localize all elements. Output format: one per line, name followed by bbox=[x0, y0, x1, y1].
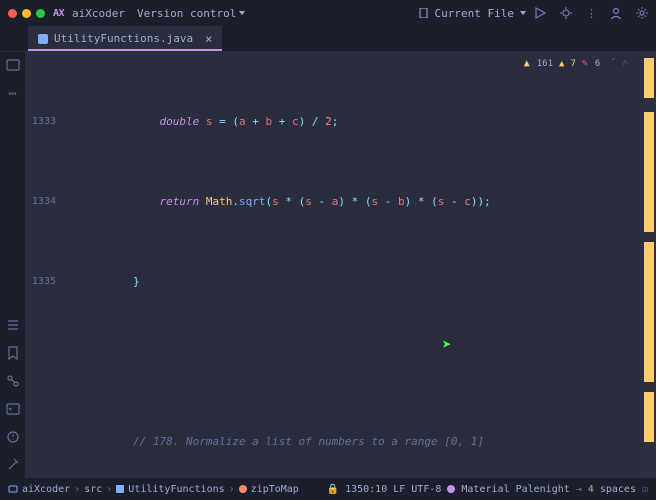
close-window-button[interactable] bbox=[8, 9, 17, 18]
line-separator[interactable]: LF bbox=[393, 484, 405, 495]
minimize-window-button[interactable] bbox=[22, 9, 31, 18]
cursor-position[interactable]: 1350:10 bbox=[345, 484, 387, 495]
window-controls bbox=[8, 9, 45, 18]
method-icon bbox=[239, 485, 247, 493]
breadcrumb[interactable]: aiXcoder › src › UtilityFunctions › zipT… bbox=[8, 484, 299, 495]
lock-icon[interactable]: 🔒 bbox=[327, 484, 339, 495]
app-name: aiXcoder bbox=[72, 7, 125, 20]
close-tab-icon[interactable]: × bbox=[205, 32, 212, 46]
error-stripe[interactable] bbox=[642, 52, 656, 478]
tool-window-bar: ⋯ bbox=[0, 52, 26, 478]
theme-color-icon bbox=[447, 485, 455, 493]
warning-icon: ▲ bbox=[524, 54, 530, 74]
git-tool-icon[interactable] bbox=[6, 374, 20, 388]
error-count: 161 bbox=[537, 54, 553, 74]
line-number: 1333 bbox=[26, 112, 66, 132]
debug-icon[interactable] bbox=[560, 7, 572, 19]
warning-count: 7 bbox=[570, 54, 575, 74]
indent-icon: ⇥ bbox=[576, 484, 582, 495]
zoom-window-button[interactable] bbox=[36, 9, 45, 18]
breadcrumb-class: UtilityFunctions bbox=[128, 484, 224, 495]
code-line[interactable]: // 178. Normalize a list of numbers to a… bbox=[80, 432, 642, 452]
code-line[interactable]: double s = (a + b + c) / 2; bbox=[80, 112, 642, 132]
status-bar: aiXcoder › src › UtilityFunctions › zipT… bbox=[0, 478, 656, 500]
indent-config[interactable]: 4 spaces bbox=[588, 484, 636, 495]
problems-tool-icon[interactable] bbox=[6, 430, 20, 444]
scope-label: Current File bbox=[435, 7, 514, 20]
code-area[interactable]: 1333 double s = (a + b + c) / 2; 1334 re… bbox=[26, 52, 642, 478]
class-icon bbox=[116, 485, 124, 493]
code-line[interactable]: return Math.sqrt(s * (s - a) * (s - b) *… bbox=[80, 192, 642, 212]
encoding[interactable]: UTF-8 bbox=[411, 484, 441, 495]
structure-tool-icon[interactable] bbox=[6, 318, 20, 332]
avatar-icon[interactable] bbox=[610, 7, 622, 19]
tab-label: UtilityFunctions.java bbox=[54, 32, 193, 45]
breadcrumb-project: aiXcoder bbox=[22, 484, 70, 495]
read-only-icon[interactable]: ☑ bbox=[642, 484, 648, 495]
code-line[interactable]: } bbox=[80, 272, 642, 292]
settings-gear-icon[interactable] bbox=[636, 7, 648, 19]
more-actions-icon[interactable]: ⋮ bbox=[586, 7, 596, 20]
file-icon bbox=[419, 8, 429, 18]
typo-icon: ✎ bbox=[582, 54, 588, 74]
run-scope-selector[interactable]: Current File bbox=[419, 7, 526, 20]
app-logo-icon: AX bbox=[53, 8, 64, 19]
project-icon bbox=[8, 484, 18, 494]
title-bar: AX aiXcoder Version control Current File… bbox=[0, 0, 656, 26]
line-number: 1334 bbox=[26, 192, 66, 212]
java-file-icon bbox=[38, 34, 48, 44]
code-editor[interactable]: ▲ 161 ▲ 7 ✎ 6 ˇ ˄ 1333 double s = (a + b… bbox=[26, 52, 656, 478]
editor-tabs: UtilityFunctions.java × bbox=[0, 26, 656, 52]
version-control-label: Version control bbox=[137, 7, 236, 20]
chevron-down-icon bbox=[239, 11, 245, 15]
version-control-menu[interactable]: Version control bbox=[137, 7, 245, 20]
more-icon[interactable]: ⋯ bbox=[8, 86, 16, 102]
inspection-status[interactable]: ▲ 161 ▲ 7 ✎ 6 ˇ ˄ bbox=[524, 54, 628, 74]
navigate-icons[interactable]: ˇ ˄ bbox=[610, 54, 628, 74]
tab-utility-functions[interactable]: UtilityFunctions.java × bbox=[28, 26, 222, 51]
bookmarks-tool-icon[interactable] bbox=[6, 346, 20, 360]
chevron-down-icon bbox=[520, 11, 526, 15]
breadcrumb-src: src bbox=[84, 484, 102, 495]
project-tool-icon[interactable] bbox=[6, 58, 20, 72]
run-icon[interactable] bbox=[534, 7, 546, 19]
line-number: 1335 bbox=[26, 272, 66, 292]
warning-count-icon: ▲ bbox=[559, 54, 564, 74]
theme-name[interactable]: Material Palenight bbox=[461, 484, 569, 495]
terminal-tool-icon[interactable] bbox=[6, 402, 20, 416]
typo-count: 6 bbox=[595, 54, 600, 74]
breadcrumb-method: zipToMap bbox=[251, 484, 299, 495]
build-tool-icon[interactable] bbox=[6, 458, 20, 472]
